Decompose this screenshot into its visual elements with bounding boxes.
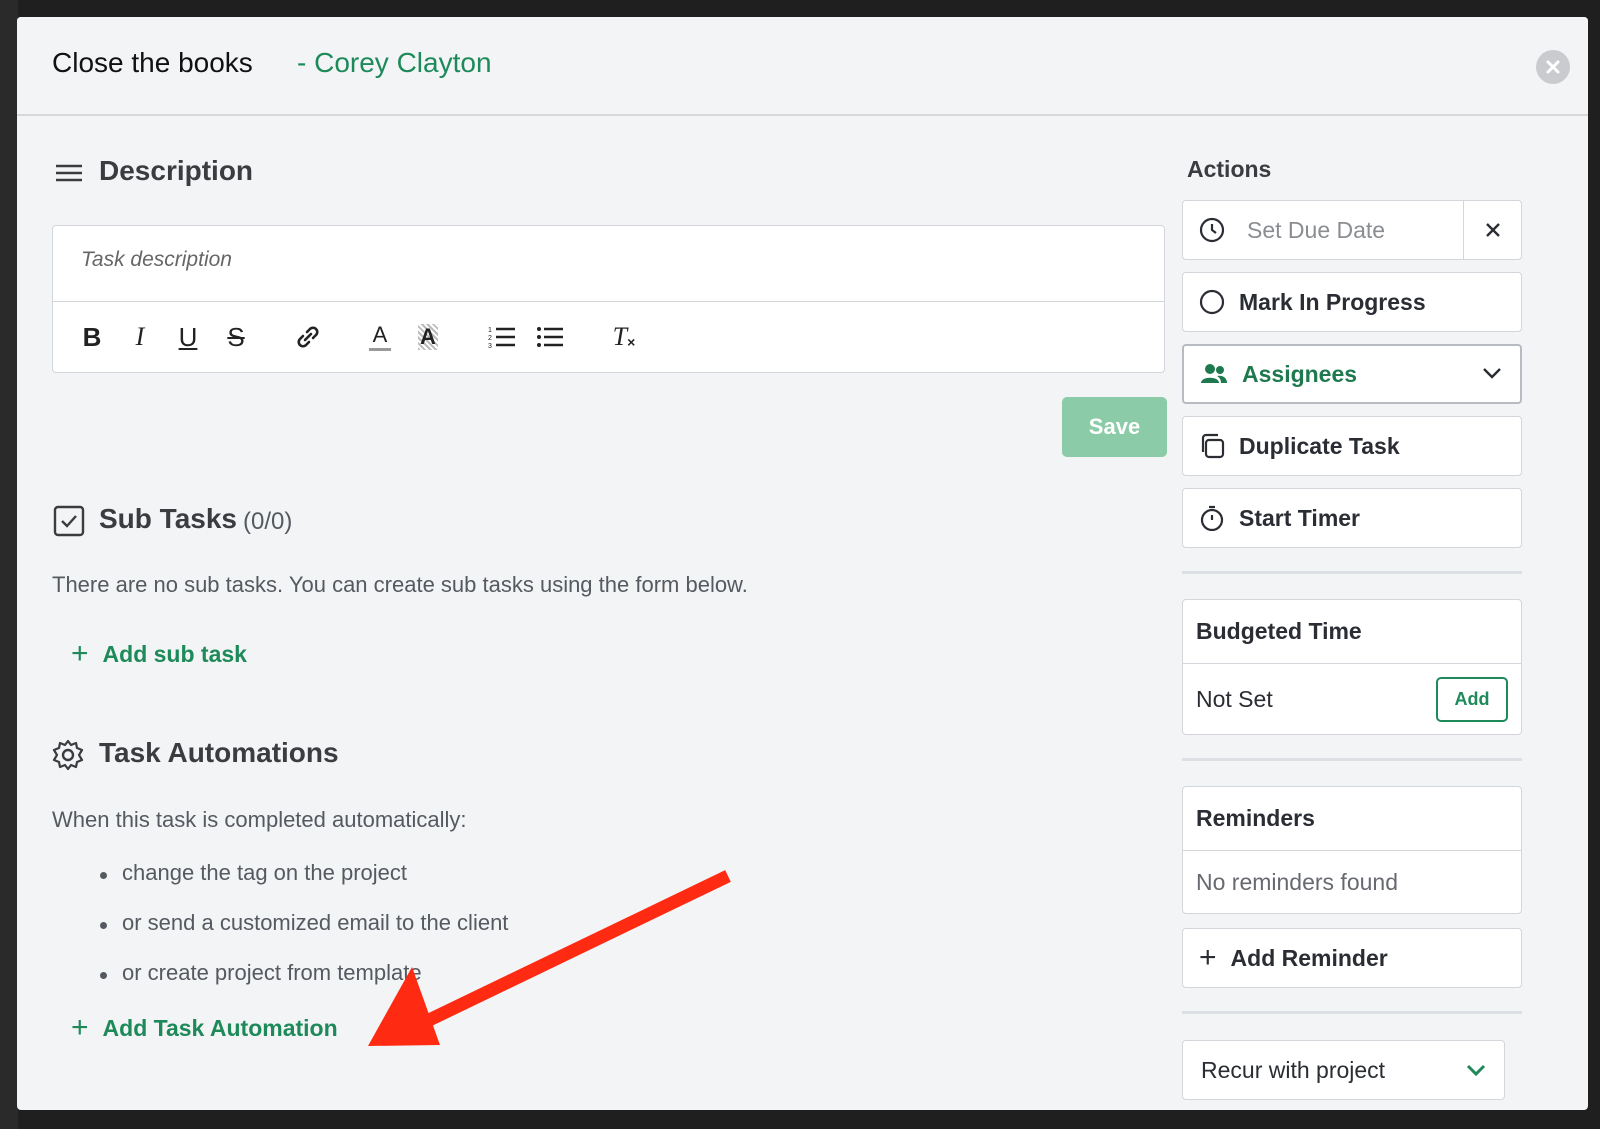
gear-icon [52, 739, 84, 771]
subtasks-empty-text: There are no sub tasks. You can create s… [52, 572, 748, 597]
start-timer-button[interactable]: Start Timer [1182, 488, 1522, 548]
task-modal: Close the books - Corey Clayton Descript… [17, 17, 1588, 1110]
add-reminder-label: Add Reminder [1230, 944, 1388, 971]
mark-in-progress-label: Mark In Progress [1239, 288, 1426, 315]
duplicate-task-label: Duplicate Task [1239, 432, 1400, 459]
svg-text:2: 2 [488, 335, 492, 342]
automations-intro: When this task is completed automaticall… [52, 807, 467, 832]
plus-icon: + [71, 637, 89, 670]
add-budgeted-time-button[interactable]: Add [1436, 676, 1508, 722]
budgeted-time-heading: Budgeted Time [1183, 600, 1521, 664]
copy-icon [1201, 433, 1225, 459]
reminders-empty-text: No reminders found [1196, 868, 1398, 895]
chevron-down-icon [1483, 368, 1501, 379]
bullet-list-icon[interactable] [535, 320, 565, 354]
add-subtask-label: Add sub task [102, 640, 247, 667]
assignees-label: Assignees [1242, 360, 1358, 387]
circle-icon [1199, 289, 1225, 315]
ordered-list-icon[interactable]: 123 [487, 320, 517, 354]
description-heading: Description [99, 155, 254, 186]
set-due-date-field[interactable]: Set Due Date [1182, 200, 1522, 260]
plus-icon: + [1199, 941, 1217, 974]
text-color-icon[interactable]: A [365, 320, 395, 354]
due-date-placeholder: Set Due Date [1247, 216, 1386, 243]
close-modal-button[interactable] [1536, 50, 1570, 84]
users-icon [1201, 364, 1227, 383]
link-icon[interactable] [293, 320, 323, 354]
budgeted-time-value: Not Set [1196, 685, 1273, 712]
task-title: Close the books [52, 47, 253, 78]
recur-select[interactable]: Recur with project [1182, 1040, 1505, 1100]
italic-icon[interactable]: I [125, 320, 155, 354]
chevron-down-icon [1466, 1064, 1486, 1077]
svg-text:1: 1 [488, 327, 492, 334]
reminders-card: Reminders No reminders found [1182, 786, 1522, 914]
checkbox-icon [53, 505, 85, 537]
close-icon [1485, 223, 1500, 237]
stopwatch-icon [1200, 505, 1224, 531]
strikethrough-icon[interactable]: S [221, 320, 251, 354]
plus-icon: + [71, 1011, 89, 1044]
budget-divider [1182, 758, 1522, 761]
actions-divider [1182, 571, 1522, 574]
description-input[interactable]: Task description [53, 226, 1164, 302]
client-link[interactable]: - Corey Clayton [297, 47, 492, 79]
add-reminder-button[interactable]: + Add Reminder [1182, 928, 1522, 988]
svg-text:3: 3 [488, 343, 492, 350]
recur-selected-value: Recur with project [1201, 1056, 1386, 1083]
underline-icon[interactable]: U [173, 320, 203, 354]
subtasks-count: (0/0) [243, 508, 293, 535]
automations-heading: Task Automations [99, 737, 339, 768]
assignees-dropdown[interactable]: Assignees [1182, 344, 1522, 404]
list-item: change the tag on the project [97, 860, 508, 910]
save-button[interactable]: Save [1062, 397, 1167, 457]
budgeted-time-card: Budgeted Time Not Set Add [1182, 599, 1522, 735]
start-timer-label: Start Timer [1239, 504, 1361, 531]
add-subtask-link[interactable]: + Add sub task [71, 639, 247, 669]
description-editor: Task description B I U S A A 123 T × [52, 225, 1165, 373]
backdrop-left-strip [0, 0, 18, 1129]
clear-due-date-button[interactable] [1463, 201, 1521, 259]
reminders-divider [1182, 1011, 1522, 1014]
reminders-heading: Reminders [1183, 787, 1521, 851]
editor-toolbar: B I U S A A 123 T × [53, 302, 1164, 374]
clock-icon [1199, 217, 1225, 243]
close-icon [1546, 60, 1560, 74]
list-item: or create project from template [97, 960, 508, 1010]
add-task-automation-label: Add Task Automation [102, 1014, 338, 1041]
add-task-automation-link[interactable]: + Add Task Automation [71, 1013, 338, 1043]
clear-format-icon[interactable]: T × [609, 320, 639, 354]
list-item: or send a customized email to the client [97, 910, 508, 960]
actions-heading: Actions [1187, 156, 1272, 182]
automations-list: change the tag on the project or send a … [97, 860, 508, 1010]
mark-in-progress-button[interactable]: Mark In Progress [1182, 272, 1522, 332]
highlight-color-icon[interactable]: A [413, 320, 443, 354]
budgeted-time-body: Not Set Add [1183, 664, 1521, 734]
subtasks-heading: Sub Tasks [99, 503, 237, 534]
bold-icon[interactable]: B [77, 320, 107, 354]
modal-header: Close the books - Corey Clayton [17, 17, 1588, 116]
duplicate-task-button[interactable]: Duplicate Task [1182, 416, 1522, 476]
description-lines-icon [56, 164, 82, 182]
